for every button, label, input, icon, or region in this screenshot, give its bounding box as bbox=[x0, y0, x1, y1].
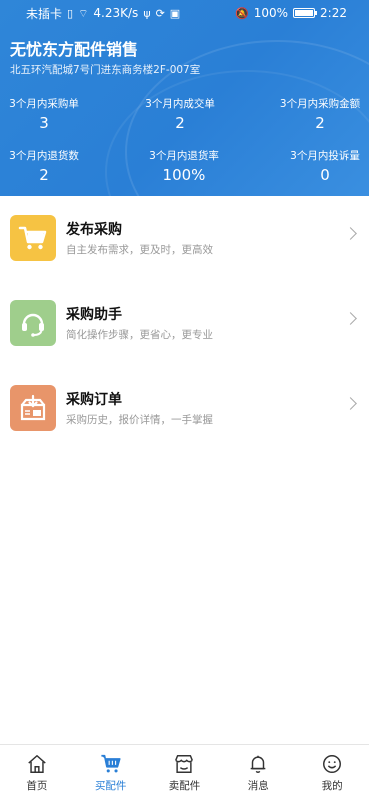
tab-messages[interactable]: 消息 bbox=[221, 745, 295, 801]
order-box-icon bbox=[10, 385, 56, 431]
shop-name: 无忧东方配件销售 bbox=[10, 40, 139, 59]
battery-percent: 100% bbox=[253, 6, 289, 20]
stat-value: 2 bbox=[315, 114, 325, 132]
tab-label: 消息 bbox=[247, 780, 269, 792]
sim-icon: ▯ bbox=[67, 6, 74, 20]
usb-icon: ψ bbox=[143, 6, 151, 20]
app-notify-icon: ▣ bbox=[169, 6, 181, 20]
menu-subtitle: 自主发布需求，更及时，更高效 bbox=[66, 244, 213, 256]
store-icon bbox=[175, 755, 194, 773]
cart-icon bbox=[101, 754, 121, 773]
stat-label: 3个月内退货率 bbox=[149, 150, 219, 162]
stat-label: 3个月内退货数 bbox=[9, 150, 79, 162]
carrier-text: 未插卡 bbox=[26, 6, 63, 21]
menu-subtitle: 简化操作步骤，更省心，更专业 bbox=[66, 329, 213, 341]
stat-label: 3个月内投诉量 bbox=[290, 150, 360, 162]
shop-header: 未插卡 ▯ ⌔ 4.23K/s ψ ⟳ ▣ 🔕 100% 2:22 无忧东方配件… bbox=[0, 0, 369, 196]
wifi-icon: ⌔ bbox=[78, 6, 89, 20]
tab-label: 卖配件 bbox=[168, 780, 201, 792]
chevron-right-icon bbox=[344, 227, 357, 240]
chevron-right-icon bbox=[344, 312, 357, 325]
menu-purchase-assistant[interactable]: 采购助手 简化操作步骤，更省心，更专业 bbox=[0, 300, 369, 376]
stat-deals: 3个月内成交单 2 bbox=[144, 96, 216, 132]
menu-purchase-orders[interactable]: 采购订单 采购历史，报价详情，一手掌握 bbox=[0, 385, 369, 461]
stat-value: 2 bbox=[175, 114, 185, 132]
stat-label: 3个月内采购金额 bbox=[279, 98, 361, 110]
stat-complaints: 3个月内投诉量 0 bbox=[289, 148, 361, 184]
headset-icon bbox=[10, 300, 56, 346]
menu-title: 采购助手 bbox=[66, 307, 122, 323]
tab-label: 我的 bbox=[321, 780, 343, 792]
stat-purchase-orders: 3个月内采购单 3 bbox=[8, 96, 80, 132]
tab-home[interactable]: 首页 bbox=[0, 745, 74, 801]
bell-icon bbox=[250, 755, 266, 773]
tab-label: 首页 bbox=[26, 780, 48, 792]
smile-icon bbox=[323, 755, 342, 773]
bottom-tab-bar: 首页 买配件 卖配件 消息 我的 bbox=[0, 744, 369, 801]
tab-sell-parts[interactable]: 卖配件 bbox=[148, 745, 222, 801]
clock: 2:22 bbox=[320, 6, 347, 20]
mute-icon: 🔕 bbox=[235, 6, 249, 20]
stat-label: 3个月内采购单 bbox=[9, 98, 79, 110]
battery-icon bbox=[293, 8, 318, 18]
menu-subtitle: 采购历史，报价详情，一手掌握 bbox=[66, 414, 213, 426]
chevron-right-icon bbox=[344, 397, 357, 410]
stat-return-rate: 3个月内退货率 100% bbox=[148, 148, 220, 184]
stat-value: 2 bbox=[39, 166, 49, 184]
stat-purchase-amount: 3个月内采购金额 2 bbox=[279, 96, 361, 132]
sync-icon: ⟳ bbox=[155, 6, 165, 20]
tab-mine[interactable]: 我的 bbox=[295, 745, 369, 801]
menu-title: 发布采购 bbox=[66, 222, 122, 238]
tab-label: 买配件 bbox=[94, 780, 127, 792]
menu-title: 采购订单 bbox=[66, 392, 122, 408]
stat-returns: 3个月内退货数 2 bbox=[8, 148, 80, 184]
network-speed: 4.23K/s bbox=[93, 6, 139, 20]
stat-label: 3个月内成交单 bbox=[145, 98, 215, 110]
cart-icon bbox=[10, 215, 56, 261]
home-icon bbox=[28, 755, 46, 773]
shop-address: 北五环汽配城7号门进东商务楼2F-007室 bbox=[10, 64, 201, 76]
stat-value: 0 bbox=[320, 166, 330, 184]
stat-value: 100% bbox=[162, 166, 206, 184]
menu-publish-purchase[interactable]: 发布采购 自主发布需求，更及时，更高效 bbox=[0, 215, 369, 291]
stat-value: 3 bbox=[39, 114, 49, 132]
tab-buy-parts[interactable]: 买配件 bbox=[74, 745, 148, 801]
status-bar: 未插卡 ▯ ⌔ 4.23K/s ψ ⟳ ▣ 🔕 100% 2:22 bbox=[0, 0, 369, 26]
